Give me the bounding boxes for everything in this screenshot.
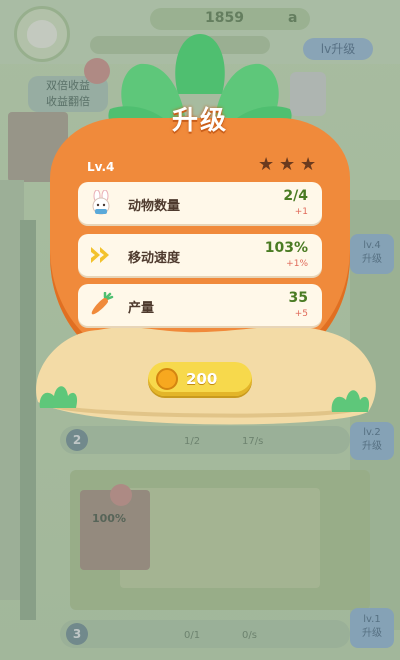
stat-value: 2/4 [283,188,308,204]
star-rating: ★ ★ ★ [258,156,318,174]
speed-arrows-icon [88,242,114,268]
star-empty-icon: ★ [300,154,317,175]
stat-value: 103% [264,240,308,256]
stat-delta: +5 [294,309,308,319]
level-label: Lv.4 [87,160,115,174]
star-empty-icon: ★ [258,154,275,175]
stat-row-yield: 产量 35 +5 [78,284,322,326]
rabbit-icon [88,190,114,216]
star-empty-icon: ★ [279,154,296,175]
carrot-icon [88,292,114,318]
stat-label: 产量 [128,301,155,316]
upgrade-cost-button[interactable]: 200 [148,362,252,396]
stat-row-animal-count: 动物数量 2/4 +1 [78,182,322,224]
coin-icon [156,368,178,390]
stat-label: 移动速度 [128,251,181,266]
stat-row-move-speed: 移动速度 103% +1% [78,234,322,276]
popup-title: 升级 [171,106,228,136]
stat-delta: +1 [294,207,308,217]
stat-label: 动物数量 [128,199,181,214]
stat-value: 35 [288,290,308,306]
stat-delta: +1% [286,259,308,269]
upgrade-cost: 200 [186,370,218,388]
